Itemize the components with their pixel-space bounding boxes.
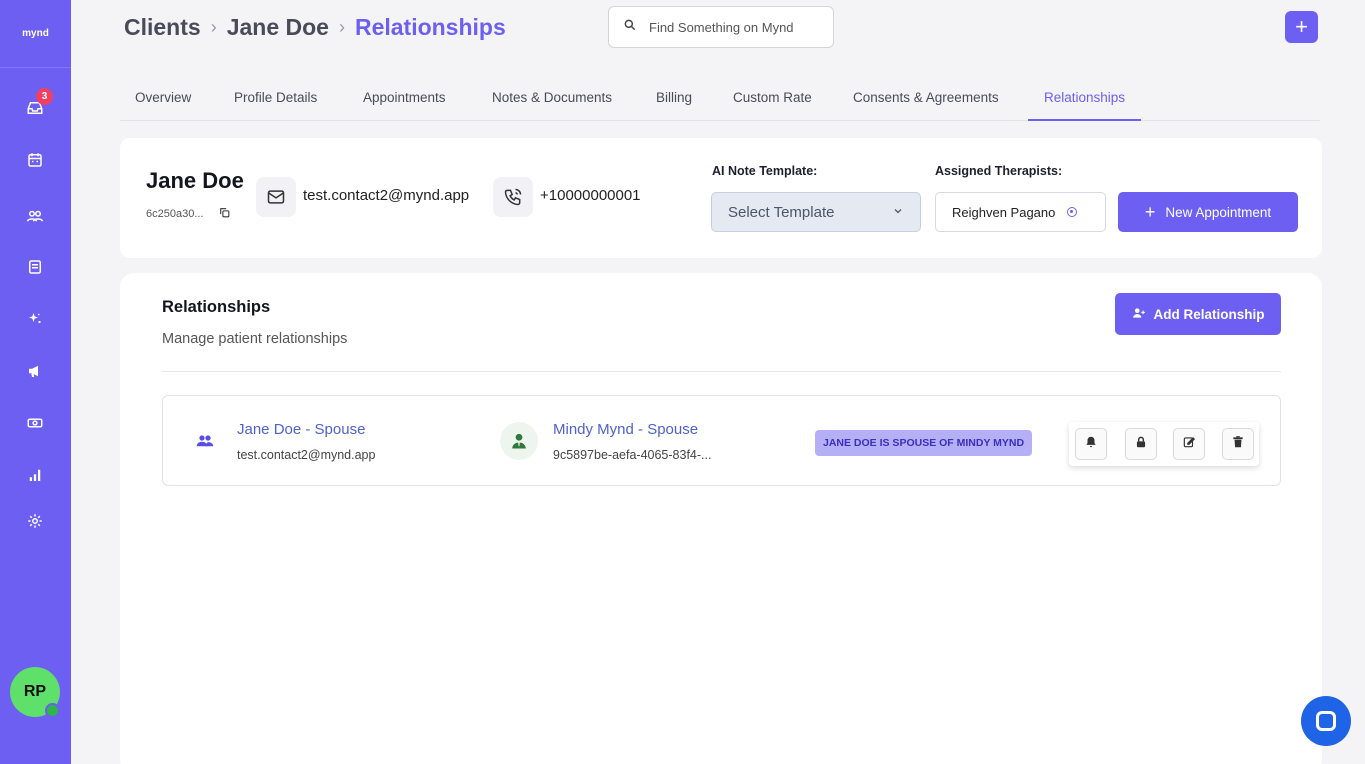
global-add-button[interactable]: + xyxy=(1285,11,1318,43)
notify-button[interactable] xyxy=(1075,428,1107,460)
phone-icon xyxy=(493,177,533,217)
relationship-to-id: 9c5897be-aefa-4065-83f4-... xyxy=(553,448,712,462)
add-user-icon xyxy=(1132,306,1146,323)
tab-consents-agreements[interactable]: Consents & Agreements xyxy=(853,78,999,121)
tab-custom-rate[interactable]: Custom Rate xyxy=(733,78,812,121)
note-template-label: AI Note Template: xyxy=(712,164,818,178)
breadcrumb-separator: › xyxy=(210,16,217,37)
lock-icon xyxy=(1134,435,1148,454)
tab-profile-details[interactable]: Profile Details xyxy=(234,78,317,121)
plus-icon: + xyxy=(1144,201,1156,222)
tab-relationships[interactable]: Relationships xyxy=(1028,78,1142,121)
assigned-therapist-chip[interactable]: Reighven Pagano xyxy=(935,192,1106,232)
relationship-from-email: test.contact2@mynd.app xyxy=(237,448,376,462)
breadcrumb-client-name[interactable]: Jane Doe xyxy=(227,14,329,41)
chat-support-button[interactable] xyxy=(1301,696,1351,746)
relationships-subtitle: Manage patient relationships xyxy=(162,331,348,347)
delete-button[interactable] xyxy=(1222,428,1254,460)
lock-button[interactable] xyxy=(1125,428,1157,460)
add-relationship-button[interactable]: Add Relationship xyxy=(1115,293,1281,335)
note-template-value: Select Template xyxy=(728,203,835,221)
section-divider xyxy=(162,371,1281,372)
client-id: 6c250a30... xyxy=(146,206,231,222)
client-phone[interactable]: +10000000001 xyxy=(540,187,641,204)
relationship-to-name[interactable]: Mindy Mynd - Spouse xyxy=(553,421,698,438)
inbox-icon[interactable]: 3 xyxy=(23,88,53,120)
online-status-dot xyxy=(45,703,60,718)
search-box[interactable] xyxy=(608,6,834,48)
search-input[interactable] xyxy=(649,19,819,35)
client-tabs: Overview Profile Details Appointments No… xyxy=(120,78,1320,121)
breadcrumb-current: Relationships xyxy=(354,13,506,40)
megaphone-icon[interactable] xyxy=(23,359,47,383)
settings-icon[interactable] xyxy=(23,509,47,533)
breadcrumb: Clients › Jane Doe › Relationships xyxy=(124,12,506,42)
note-template-select[interactable]: Select Template xyxy=(711,192,921,232)
calendar-icon[interactable] xyxy=(23,148,47,172)
search-icon xyxy=(623,18,637,37)
client-name: Jane Doe xyxy=(146,168,244,193)
users-icon[interactable] xyxy=(23,204,47,228)
relationship-tag: JANE DOE IS SPOUSE OF MINDY MYND xyxy=(815,430,1033,456)
tab-overview[interactable]: Overview xyxy=(135,78,191,121)
chat-icon xyxy=(1316,711,1336,731)
app-logo[interactable]: mynd xyxy=(0,0,71,68)
copy-icon[interactable] xyxy=(218,206,231,222)
trash-icon xyxy=(1231,435,1245,454)
inbox-badge: 3 xyxy=(36,88,53,105)
email-icon xyxy=(256,177,296,217)
client-email[interactable]: test.contact2@mynd.app xyxy=(303,187,469,204)
relationship-actions xyxy=(1069,422,1259,466)
breadcrumb-clients[interactable]: Clients xyxy=(124,14,201,41)
edit-icon xyxy=(1182,435,1196,454)
relationships-title: Relationships xyxy=(162,298,271,316)
breadcrumb-separator: › xyxy=(338,16,345,37)
relationship-from-name[interactable]: Jane Doe - Spouse xyxy=(237,421,365,438)
billing-icon[interactable] xyxy=(23,411,47,435)
user-tie-icon xyxy=(500,422,538,460)
tab-notes-documents[interactable]: Notes & Documents xyxy=(492,78,612,121)
tab-appointments[interactable]: Appointments xyxy=(363,78,446,121)
therapist-radio-icon xyxy=(1067,207,1078,217)
chevron-down-icon xyxy=(892,204,904,221)
sidebar: mynd 3 RP xyxy=(0,0,71,764)
new-appointment-label: New Appointment xyxy=(1165,204,1272,220)
edit-button[interactable] xyxy=(1173,428,1205,460)
new-appointment-button[interactable]: + New Appointment xyxy=(1118,192,1298,232)
tab-billing[interactable]: Billing xyxy=(656,78,692,121)
relationships-card: Relationships Manage patient relationshi… xyxy=(120,273,1322,764)
client-summary-card: Jane Doe 6c250a30... test.contact2@mynd.… xyxy=(120,138,1322,258)
assigned-therapists-label: Assigned Therapists: xyxy=(935,164,1063,178)
bell-icon xyxy=(1084,435,1098,454)
therapist-name: Reighven Pagano xyxy=(952,204,1056,220)
group-users-icon xyxy=(186,422,224,460)
notes-icon[interactable] xyxy=(23,255,47,279)
client-id-text: 6c250a30... xyxy=(146,208,204,220)
relationship-row: Jane Doe - Spouse test.contact2@mynd.app… xyxy=(162,395,1281,486)
analytics-icon[interactable] xyxy=(23,463,47,487)
add-relationship-label: Add Relationship xyxy=(1153,306,1265,322)
sparkle-icon[interactable] xyxy=(23,307,47,331)
